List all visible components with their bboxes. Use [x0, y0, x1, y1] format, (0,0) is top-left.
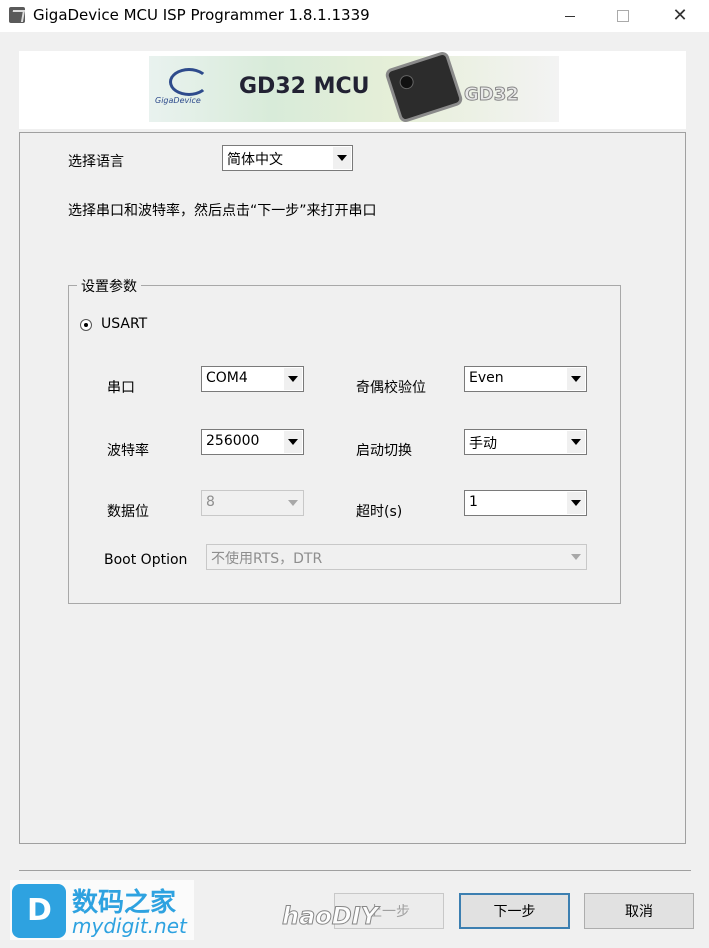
banner-image: GigaDevice GD32 MCU GD32 [149, 53, 559, 122]
timeout-label: 超时(s) [356, 504, 403, 520]
language-value: 简体中文 [227, 152, 283, 168]
settings-group-title: 设置参数 [77, 276, 141, 296]
chevron-down-icon[interactable] [284, 368, 302, 390]
boot-option-label: Boot Option [104, 552, 188, 568]
chip-icon [387, 53, 461, 121]
language-select[interactable]: 简体中文 [222, 145, 353, 171]
cancel-button[interactable]: 取消 [584, 893, 694, 929]
minimize-button[interactable] [547, 0, 593, 32]
timeout-select[interactable]: 1 [464, 490, 587, 516]
databits-label: 数据位 [107, 504, 149, 520]
instruction-text: 选择串口和波特率，然后点击“下一步”来打开串口 [68, 203, 377, 219]
close-icon: ✕ [672, 5, 688, 26]
close-button[interactable]: ✕ [657, 0, 703, 32]
usart-radio[interactable] [80, 319, 92, 331]
databits-value: 8 [206, 494, 215, 510]
parity-value: Even [469, 370, 504, 386]
chevron-down-icon[interactable] [567, 492, 585, 514]
watermark-2: haoDIY [282, 902, 379, 931]
settings-group: 设置参数 USART 串口 COM4 奇偶校验位 Even 波特率 256000… [68, 276, 621, 604]
banner-title: GD32 MCU [239, 74, 370, 99]
databits-select: 8 [201, 490, 304, 516]
maximize-button [600, 0, 646, 32]
chevron-down-icon[interactable] [567, 368, 585, 390]
port-select[interactable]: COM4 [201, 366, 304, 392]
chevron-down-icon [284, 492, 302, 514]
parity-select[interactable]: Even [464, 366, 587, 392]
chevron-down-icon[interactable] [333, 147, 351, 169]
bottom-separator [19, 870, 691, 871]
chevron-down-icon [567, 546, 585, 568]
site-watermark: 数码之家 mydigit.net [10, 880, 194, 940]
window-title: GigaDevice MCU ISP Programmer 1.8.1.1339 [33, 6, 370, 24]
language-label: 选择语言 [68, 154, 124, 170]
watermark-en: mydigit.net [72, 914, 187, 938]
main-panel: 选择语言 简体中文 选择串口和波特率，然后点击“下一步”来打开串口 设置参数 U… [19, 132, 686, 844]
minimize-icon [565, 15, 575, 17]
chevron-down-icon[interactable] [284, 431, 302, 453]
port-label: 串口 [107, 380, 135, 396]
usart-label: USART [101, 316, 148, 332]
parity-label: 奇偶校验位 [356, 380, 426, 396]
timeout-value: 1 [469, 494, 478, 510]
baud-label: 波特率 [107, 443, 149, 459]
boot-option-select: 不使用RTS，DTR [206, 544, 587, 570]
boot-option-value: 不使用RTS，DTR [211, 551, 323, 567]
next-button[interactable]: 下一步 [459, 893, 570, 929]
maximize-icon [617, 10, 629, 22]
chevron-down-icon[interactable] [567, 431, 585, 453]
boot-switch-label: 启动切换 [356, 443, 412, 459]
app-icon [9, 7, 25, 23]
boot-switch-value: 手动 [469, 436, 497, 452]
baud-select[interactable]: 256000 [201, 429, 304, 455]
banner-chip-text: GD32 [464, 84, 520, 106]
title-bar: GigaDevice MCU ISP Programmer 1.8.1.1339… [0, 0, 709, 32]
product-banner: GigaDevice GD32 MCU GD32 [19, 51, 686, 129]
mydigit-logo-icon [12, 884, 66, 938]
port-value: COM4 [206, 370, 248, 386]
logo-text: GigaDevice [155, 96, 201, 105]
gigadevice-logo-icon [169, 68, 209, 96]
boot-switch-select[interactable]: 手动 [464, 429, 587, 455]
baud-value: 256000 [206, 433, 260, 449]
